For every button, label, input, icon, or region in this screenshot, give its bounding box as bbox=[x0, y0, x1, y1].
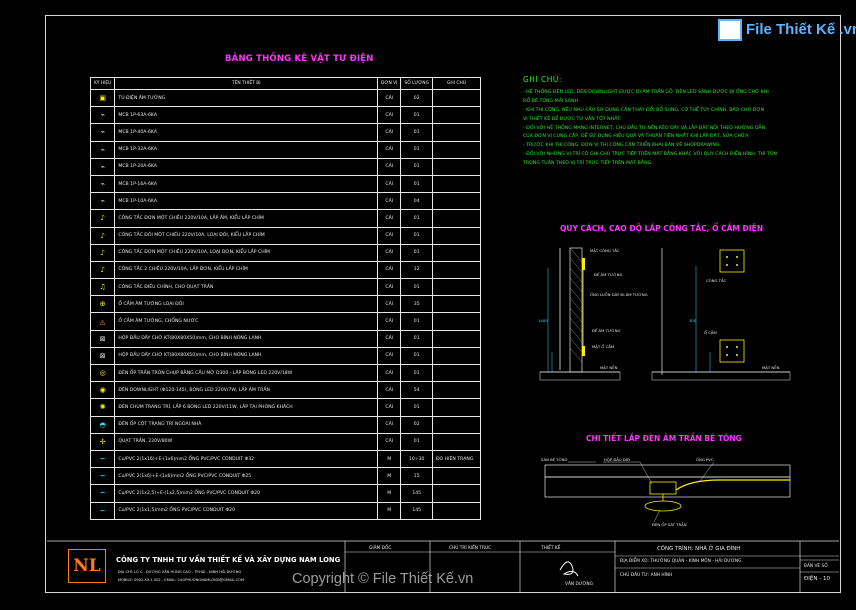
label-conduit: ỐNG LUỒN DÂY ĐI ÂM TƯỜNG bbox=[590, 292, 648, 297]
label-switch: CÔNG TẮC bbox=[706, 278, 727, 283]
tb-chief: CHỦ TRÌ KIẾN TRÚC bbox=[449, 546, 492, 551]
label-h1: 1400 bbox=[538, 318, 548, 323]
label-floor: MẶT NỀN bbox=[600, 365, 618, 370]
copyright-watermark: Copyright © File Thiết Kế.vn bbox=[292, 571, 474, 587]
label-socket-face: MẶT Ổ CẮM bbox=[592, 344, 615, 349]
tb-director: GIÁM ĐỐC bbox=[369, 546, 392, 551]
label-lamp: ĐÈN ỐP SÁT TRẦN bbox=[652, 522, 687, 527]
label-socket: Ổ CẮM bbox=[704, 330, 717, 335]
tb-location: ĐỊA ĐIỂM XD: THƯỜNG QUẢN - KINH MÔN - HẢ… bbox=[620, 559, 742, 564]
tb-designer: THIẾT KẾ bbox=[541, 546, 561, 551]
tb-designer-name: VĂN DƯƠNG bbox=[565, 582, 593, 587]
detail-drawings bbox=[47, 247, 839, 592]
label-wall-box: ĐẾ ÂM TƯỜNG bbox=[594, 272, 623, 277]
label-switch-face: MẶT CÔNG TẮC bbox=[590, 248, 620, 253]
tb-sheet-label: BẢN VẼ SỐ bbox=[804, 564, 828, 569]
tb-owner: CHỦ ĐẦU TƯ: ANH HÌNH bbox=[620, 573, 673, 578]
label-box: HỘP ĐẦU DÂY bbox=[604, 457, 631, 462]
label-slab: SÀN BÊ TÔNG bbox=[541, 457, 568, 462]
label-socket-box: ĐẾ ÂM TƯỜNG bbox=[592, 328, 621, 333]
label-pipe: ỐNG PVC bbox=[696, 457, 714, 462]
tb-project: CÔNG TRÌNH: NHÀ Ở GIA ĐÌNH bbox=[657, 546, 741, 552]
tb-sheet-no: ĐIỆN - 10 bbox=[804, 576, 830, 582]
label-h2: 300 bbox=[689, 318, 697, 323]
label-floor-2: MẶT NỀN bbox=[762, 365, 780, 370]
